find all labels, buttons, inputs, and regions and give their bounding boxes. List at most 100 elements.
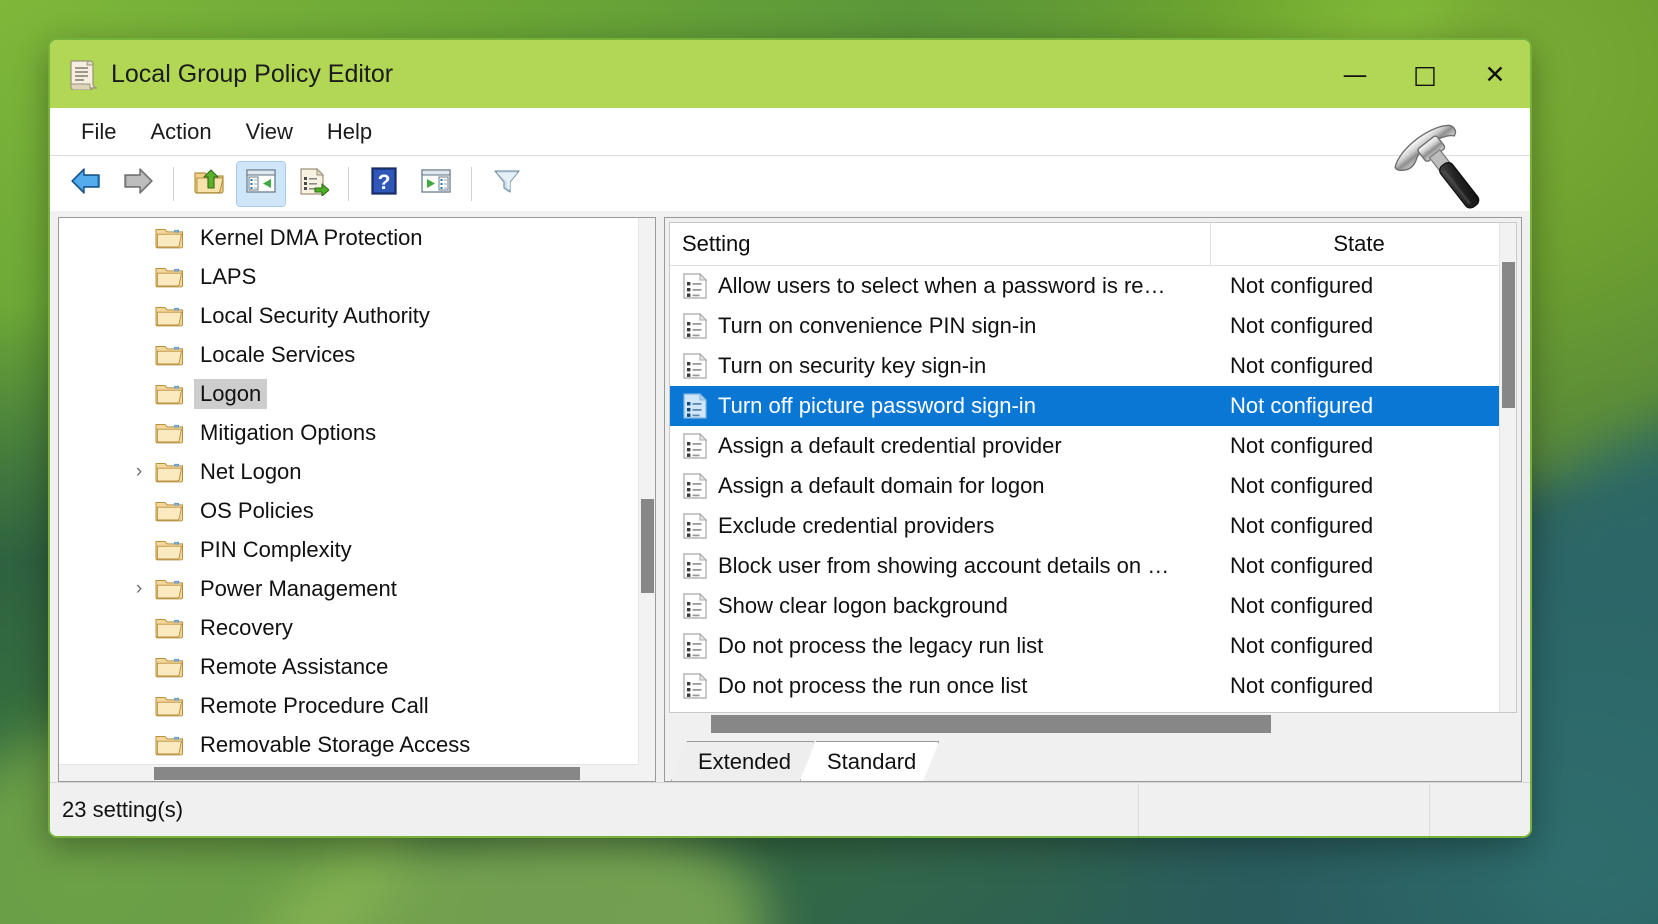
export-list-icon [297,166,330,201]
setting-state: Not configured [1230,513,1374,538]
settings-list-row[interactable]: Do not process the legacy run list Not co… [670,626,1499,666]
tree-item-pin-complexity[interactable]: PIN Complexity [59,530,638,569]
policy-setting-icon [682,392,708,420]
tree-item-label: Kernel DMA Protection [200,224,423,250]
status-bar: 23 setting(s) [50,782,1530,836]
tree-item-mitigation-options[interactable]: Mitigation Options [59,413,638,452]
chevron-right-icon[interactable]: › [129,462,149,481]
tree-scroll-corner [638,764,655,781]
menu-help[interactable]: Help [310,114,389,150]
menu-action[interactable]: Action [133,114,228,150]
settings-list-row[interactable]: Do not process the run once list Not conf… [670,666,1499,706]
setting-name: Show clear logon background [718,593,1008,618]
settings-list-row[interactable]: Show clear logon background Not configure… [670,586,1499,626]
menu-view[interactable]: View [229,114,310,150]
setting-name: Do not process the run once list [718,673,1028,698]
tree-hscroll-thumb[interactable] [153,766,581,781]
list-vertical-scrollbar[interactable] [1499,223,1516,712]
setting-name: Do not process the legacy run list [718,633,1044,658]
settings-list-row[interactable]: Turn off picture password sign-in Not con… [670,386,1499,426]
setting-name: Turn off picture password sign-in [718,393,1036,418]
toolbar: ? [50,155,1530,211]
setting-name: Exclude credential providers [718,513,995,538]
up-one-level-button[interactable] [185,162,233,206]
settings-list-scroll-area: Setting State Allow users to select when… [670,223,1499,712]
folder-icon [155,343,183,366]
folder-up-icon [192,166,226,201]
tree-item-net-logon[interactable]: › Net Logon [59,452,638,491]
settings-list-row[interactable]: Exclude credential providers Not configur… [670,506,1499,546]
tree-item-label: Net Logon [200,458,302,484]
tree-item-removable-storage-access[interactable]: Removable Storage Access [59,725,638,764]
title-bar: Local Group Policy Editor — □ ✕ [50,40,1530,108]
tree-item-recovery[interactable]: Recovery [59,608,638,647]
policy-setting-icon [682,512,708,540]
tree-item-logon[interactable]: Logon [59,374,638,413]
toolbar-separator [173,166,174,201]
settings-list-row[interactable]: Block user from showing account details … [670,546,1499,586]
policy-setting-icon [682,592,708,620]
tree-vertical-scrollbar[interactable] [638,218,655,781]
column-header-state[interactable]: State [1210,223,1499,266]
settings-list-row[interactable]: Turn on convenience PIN sign-in Not confi… [670,306,1499,346]
settings-list-row[interactable]: Turn on security key sign-in Not configur… [670,346,1499,386]
setting-name: Allow users to select when a password is… [718,273,1166,298]
setting-state: Not configured [1230,553,1374,578]
tab-extended[interactable]: Extended [671,741,814,781]
list-horizontal-scrollbar[interactable] [669,713,1517,735]
menu-file[interactable]: File [64,114,133,150]
export-list-button[interactable] [289,162,337,206]
help-question-icon: ? [369,166,399,201]
tree-item-label: Locale Services [200,341,356,367]
settings-list-panel: Setting State Allow users to select when… [664,217,1522,782]
settings-list-row[interactable]: Allow users to select when a password is… [670,266,1499,306]
filter-button[interactable] [483,162,531,206]
tree-item-locale-services[interactable]: Locale Services [59,335,638,374]
tree-item-os-policies[interactable]: OS Policies [59,491,638,530]
tree-horizontal-scrollbar[interactable] [59,764,638,781]
forward-button[interactable] [114,162,162,206]
maximize-button[interactable]: □ [1390,40,1460,108]
close-button[interactable]: ✕ [1460,40,1530,108]
list-hscroll-thumb[interactable] [711,715,1271,733]
show-hide-console-tree-button[interactable] [236,160,286,207]
column-header-setting[interactable]: Setting [670,223,1210,266]
chevron-right-icon[interactable]: › [129,579,149,598]
maximize-icon: □ [1413,59,1437,89]
setting-state: Not configured [1230,313,1374,338]
folder-icon [155,577,183,600]
tree-item-local-security-authority[interactable]: Local Security Authority [59,296,638,335]
policy-setting-icon [682,432,708,460]
folder-icon [155,694,183,717]
tree-item-power-management[interactable]: › Power Management [59,569,638,608]
tree-item-remote-procedure-call[interactable]: Remote Procedure Call [59,686,638,725]
tab-standard[interactable]: Standard [800,741,939,781]
minimize-icon: — [1342,59,1368,89]
settings-list-rows: Allow users to select when a password is… [670,266,1499,706]
back-button[interactable] [62,162,110,206]
folder-icon [155,538,183,561]
close-icon: ✕ [1484,59,1506,89]
settings-list-row[interactable]: Assign a default credential provider Not … [670,426,1499,466]
help-button[interactable]: ? [360,162,408,206]
policy-scroll-icon [67,58,98,91]
show-hide-action-pane-button[interactable] [412,162,460,206]
tree-item-kernel-dma-protection[interactable]: Kernel DMA Protection [59,218,638,257]
tree-item-laps[interactable]: LAPS [59,257,638,296]
toolbar-separator [471,166,472,201]
tree-item-label: PIN Complexity [200,536,352,562]
console-tree: Kernel DMA Protection LAPS Local Securit… [59,218,638,764]
folder-icon [155,655,183,678]
tree-item-remote-assistance[interactable]: Remote Assistance [59,647,638,686]
setting-state: Not configured [1230,273,1374,298]
tree-item-label: Logon [194,378,268,409]
minimize-button[interactable]: — [1320,40,1390,108]
policy-setting-icon [682,352,708,380]
back-arrow-icon [69,166,103,201]
settings-list-row[interactable]: Assign a default domain for logon Not con… [670,466,1499,506]
tree-vscroll-thumb[interactable] [640,498,655,594]
tree-item-label: Remote Assistance [200,653,389,679]
list-vscroll-thumb[interactable] [1501,261,1516,409]
settings-list-header: Setting State [670,223,1499,266]
tree-item-label: OS Policies [200,497,314,523]
